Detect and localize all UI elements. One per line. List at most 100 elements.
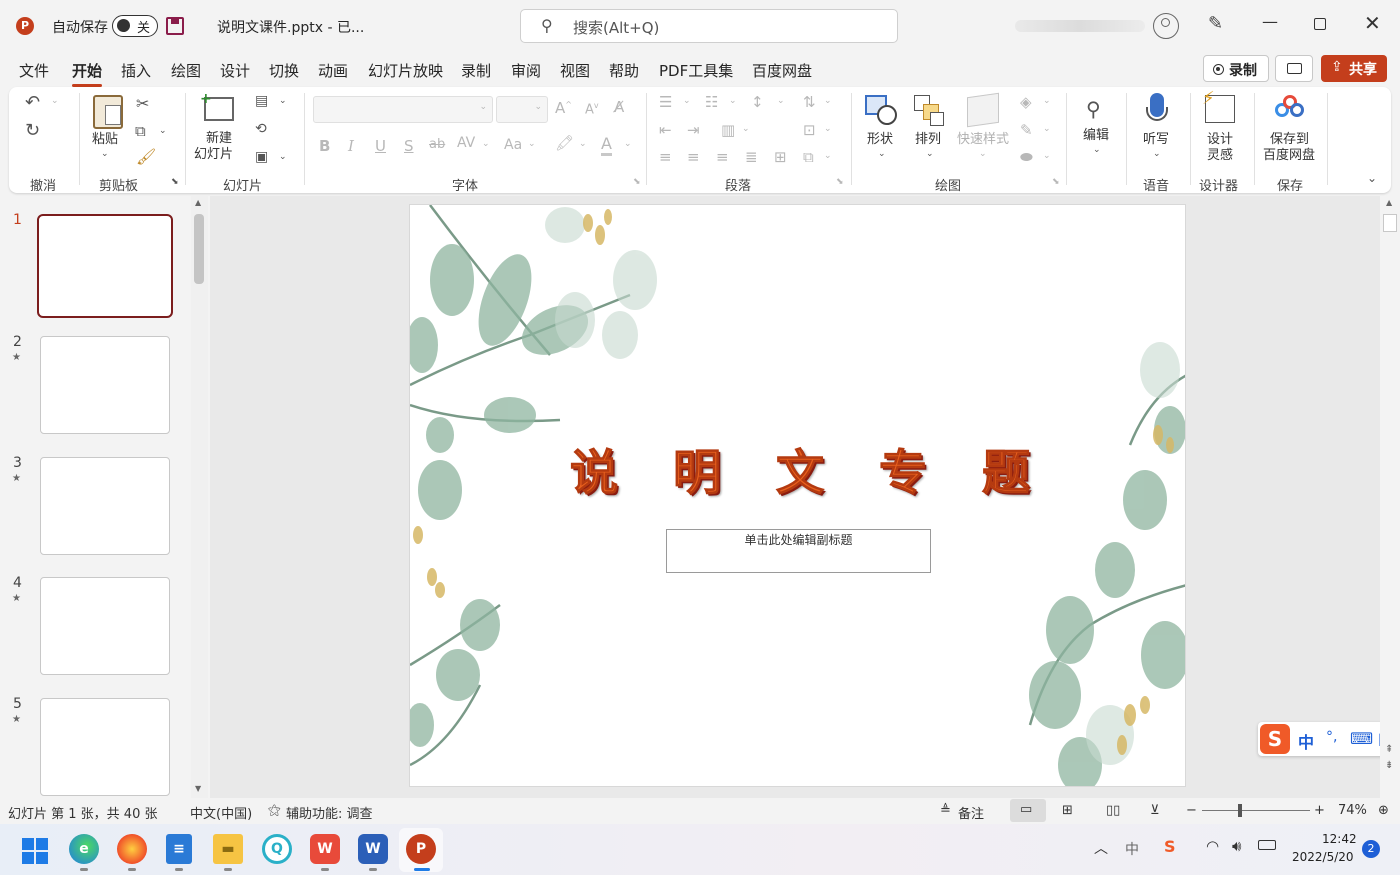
title-placeholder[interactable]: 说 明 文 专 题 (569, 433, 1030, 503)
underline-icon[interactable]: U (375, 137, 386, 155)
comments-button[interactable] (1275, 55, 1313, 82)
wps-icon[interactable]: W (310, 834, 340, 864)
prev-slide-icon[interactable]: ⇞ (1385, 744, 1393, 755)
scroll-down-icon[interactable]: ▼ (195, 784, 201, 793)
quick-styles-icon[interactable] (967, 92, 999, 128)
highlight-icon[interactable]: 🖍 (555, 134, 574, 152)
menu-tab-11[interactable]: 帮助 (609, 60, 639, 81)
columns-icon[interactable]: ▥ (721, 121, 735, 139)
change-case-icon[interactable]: Aa (504, 137, 522, 153)
ime-indicator[interactable]: 中 (1125, 839, 1139, 859)
baidu-cloud-icon[interactable] (1275, 95, 1305, 119)
justify-icon[interactable]: ≣ (745, 148, 758, 166)
next-slide-icon[interactable]: ⇟ (1385, 760, 1393, 771)
layout-icon[interactable]: ▤ (255, 93, 268, 109)
redo-icon[interactable]: ↻ (25, 120, 40, 141)
designer-label-2[interactable]: 灵感 (1207, 147, 1233, 164)
menu-tab-2[interactable]: 插入 (121, 60, 151, 81)
menu-tab-8[interactable]: 录制 (461, 60, 491, 81)
char-spacing-icon[interactable]: AV (457, 135, 475, 151)
clipboard-launcher-icon[interactable]: ⬊ (171, 177, 179, 187)
menu-tab-3[interactable]: 绘图 (171, 60, 201, 81)
menu-tab-10[interactable]: 视图 (560, 60, 590, 81)
arrange-dropdown-icon[interactable]: ⌄ (926, 149, 934, 159)
designer-icon[interactable]: ⚡ (1202, 88, 1235, 123)
slide-thumbnail[interactable] (40, 577, 170, 675)
normal-view-button[interactable]: ▭ (1010, 799, 1046, 822)
keyboard-icon[interactable]: ⌨ (1350, 729, 1373, 748)
format-painter-icon[interactable]: 🖌 (136, 147, 156, 166)
align-center-icon[interactable]: ≡ (687, 148, 700, 166)
section-dropdown-icon[interactable]: ⌄ (279, 152, 287, 162)
scroll-up-icon[interactable]: ▲ (195, 198, 201, 207)
slide-thumbnail[interactable] (40, 698, 170, 796)
canvas-scrollbar[interactable]: ▲ ⇞ ⇟ (1380, 196, 1400, 798)
shadow-icon[interactable]: S (404, 137, 414, 155)
menu-tab-13[interactable]: 百度网盘 (752, 60, 812, 81)
start-icon[interactable] (22, 838, 48, 864)
font-color-icon[interactable]: A (601, 134, 612, 156)
paste-icon[interactable] (93, 95, 123, 129)
reset-slide-icon[interactable]: ⟲ (255, 121, 267, 137)
thumbnail-scroll-thumb[interactable] (194, 214, 204, 284)
share-button[interactable]: ⇪ 共享 (1321, 55, 1387, 82)
bullets-dropdown-icon[interactable]: ⌄ (683, 96, 691, 106)
autosave-toggle[interactable]: 关 (112, 15, 158, 37)
shape-outline-icon[interactable]: ✎ (1020, 121, 1033, 139)
decrease-indent-icon[interactable]: ⇤ (659, 121, 672, 139)
zoom-slider[interactable] (1202, 804, 1310, 817)
slideshow-icon[interactable]: ⊻ (1150, 803, 1160, 818)
subtitle-placeholder[interactable]: 单击此处编辑副标题 (666, 529, 931, 573)
quick-styles-dropdown-icon[interactable]: ⌄ (979, 149, 987, 159)
designer-label-1[interactable]: 设计 (1207, 131, 1233, 148)
text-direction-icon[interactable]: ⇅ (803, 93, 816, 111)
zoom-slider-thumb[interactable] (1238, 804, 1242, 817)
line-spacing-dropdown-icon[interactable]: ⌄ (777, 96, 785, 106)
accessibility-icon[interactable]: ⚝ (268, 803, 281, 818)
minimize-icon[interactable]: — (1262, 12, 1278, 31)
zoom-level[interactable]: 74% (1338, 803, 1367, 818)
align-left-icon[interactable]: ≡ (659, 148, 672, 166)
dictate-label[interactable]: 听写 (1143, 131, 1169, 148)
arrange-icon[interactable] (914, 95, 946, 127)
italic-icon[interactable]: I (348, 137, 354, 155)
save-baidu-label-1[interactable]: 保存到 (1270, 131, 1309, 148)
word-icon[interactable]: W (358, 834, 388, 864)
line-spacing-icon[interactable]: ↕ (751, 93, 764, 111)
menu-tab-5[interactable]: 切换 (269, 60, 299, 81)
slide-sorter-icon[interactable]: ⊞ (1062, 803, 1073, 818)
ribbon-collapse-icon[interactable]: ⌄ (1367, 171, 1377, 185)
paste-label[interactable]: 粘贴 (92, 131, 118, 148)
font-color-dropdown-icon[interactable]: ⌄ (624, 139, 632, 149)
slide-thumbnail[interactable] (37, 214, 173, 318)
increase-font-icon[interactable]: A^ (555, 99, 572, 117)
shapes-icon[interactable] (865, 95, 899, 127)
paragraph-launcher-icon[interactable]: ⬊ (836, 177, 844, 187)
numbering-icon[interactable]: ☷ (705, 93, 718, 111)
new-slide-label-2[interactable]: 幻灯片 (194, 146, 233, 163)
tray-expand-icon[interactable]: ︿ (1094, 838, 1108, 858)
undo-icon[interactable]: ↶ (25, 92, 40, 113)
distributed-icon[interactable]: ⊞ (774, 148, 787, 166)
accessibility-status[interactable]: 辅助功能: 调查 (286, 803, 373, 822)
save-baidu-label-2[interactable]: 百度网盘 (1263, 147, 1315, 164)
shape-fill-icon[interactable]: ◈ (1020, 93, 1032, 111)
numbering-dropdown-icon[interactable]: ⌄ (729, 96, 737, 106)
notification-badge[interactable]: 2 (1362, 840, 1380, 858)
edge-icon[interactable]: e (69, 834, 99, 864)
close-icon[interactable]: ✕ (1364, 11, 1381, 35)
notes-button[interactable]: 备注 (958, 803, 984, 822)
ime-punct[interactable]: °, (1326, 729, 1337, 745)
firefox-icon[interactable] (117, 834, 147, 864)
cut-icon[interactable]: ✂ (136, 94, 149, 113)
restore-icon[interactable] (1314, 18, 1326, 30)
battery-icon[interactable] (1258, 840, 1276, 850)
notes-icon[interactable]: ≜ (940, 803, 951, 818)
shapes-dropdown-icon[interactable]: ⌄ (878, 149, 886, 159)
paste-dropdown-icon[interactable]: ⌄ (101, 149, 109, 159)
copy-dropdown-icon[interactable]: ⌄ (159, 126, 167, 136)
bullets-icon[interactable]: ☰ (659, 93, 672, 111)
ime-toolbar[interactable]: S 中 °, ⌨ ▦ (1258, 722, 1400, 756)
slide-1[interactable]: 说 明 文 专 题 单击此处编辑副标题 (409, 204, 1186, 787)
new-slide-label-1[interactable]: 新建 (206, 130, 232, 147)
